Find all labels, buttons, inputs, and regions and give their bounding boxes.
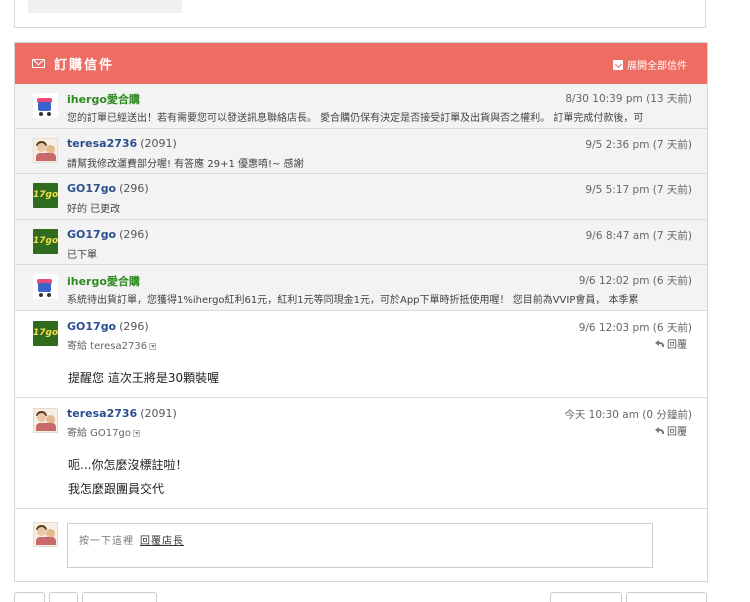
avatar: 17go: [33, 321, 58, 346]
avatar: 17go: [33, 229, 58, 254]
recipient[interactable]: 寄給 teresa2736: [67, 337, 157, 352]
message-item[interactable]: ihergo愛合購 9/6 12:02 pm (6 天前) 系統待出貨訂單，您獲…: [15, 265, 707, 311]
message-time: 9/5 5:17 pm (7 天前): [585, 184, 692, 196]
reply-compose: 按一下這裡 回覆店長: [15, 509, 707, 581]
message-time: 9/6 8:47 am (7 天前): [585, 230, 692, 242]
message-body-line: 我怎麼跟團員交代: [68, 482, 165, 496]
sender-score: (296): [119, 182, 149, 195]
message-time: 9/6 12:02 pm (6 天前): [578, 275, 692, 287]
caret-down-icon: [149, 342, 157, 350]
sender-name[interactable]: ihergo愛合購: [67, 91, 140, 107]
message-item[interactable]: teresa2736 (2091) 9/5 2:36 pm (7 天前) 請幫我修…: [15, 129, 707, 174]
expand-all-button[interactable]: 展開全部信件: [613, 57, 687, 72]
message-time: 9/6 12:03 pm (6 天前): [578, 322, 692, 334]
panel-title: 訂購信件: [54, 58, 115, 73]
reply-button[interactable]: 回覆: [655, 423, 687, 438]
reply-icon: [655, 340, 664, 347]
message-item[interactable]: 17go GO17go (296) 9/6 8:47 am (7 天前) 已下單: [15, 220, 707, 265]
avatar: [33, 408, 58, 433]
order-messages-panel: 訂購信件 展開全部信件 ihergo愛合購 8/30 10:39 pm (13 …: [14, 42, 708, 582]
message-snippet: 已下單: [67, 250, 97, 261]
avatar: [33, 93, 58, 118]
previous-card-block: [28, 0, 182, 13]
message-snippet: 好的 已更改: [67, 204, 121, 215]
expand-all-label: 展開全部信件: [627, 61, 687, 72]
message-snippet: 您的訂單已經送出！若有需要您可以發送訊息聯絡店長。 愛合購仍保有決定是否接受訂單…: [67, 113, 644, 124]
pager-button[interactable]: [14, 592, 45, 602]
mail-icon: [32, 59, 45, 68]
reply-icon: [655, 427, 664, 434]
reply-owner-link[interactable]: 回覆店長: [140, 536, 184, 547]
pager-button[interactable]: [550, 592, 622, 602]
avatar: [33, 138, 58, 163]
message-time: 今天 10:30 am (0 分鐘前): [564, 409, 692, 421]
sender-name[interactable]: GO17go (296): [67, 228, 149, 241]
sender-name[interactable]: teresa2736 (2091): [67, 137, 177, 150]
previous-card: [14, 0, 706, 28]
message-body-line: 呃...你怎麼沒標註啦！: [68, 458, 188, 472]
avatar: [33, 274, 58, 299]
sender-name[interactable]: ihergo愛合購: [67, 273, 140, 289]
avatar: 17go: [33, 183, 58, 208]
recipient[interactable]: 寄給 GO17go: [67, 424, 140, 439]
caret-down-icon: [133, 429, 140, 437]
message-item-expanded: teresa2736 (2091) 今天 10:30 am (0 分鐘前) 寄給 …: [15, 398, 707, 509]
sender-score: (2091): [140, 407, 177, 420]
message-snippet: 請幫我修改運費部分喔! 有答應 29+1 優惠唷!~ 感謝: [67, 159, 304, 170]
message-snippet: 系統待出貨訂單，您獲得1%ihergo紅利61元，紅利1元等同現金1元，可於Ap…: [67, 295, 639, 306]
message-time: 9/5 2:36 pm (7 天前): [585, 139, 692, 151]
reply-input[interactable]: 按一下這裡 回覆店長: [67, 523, 653, 568]
avatar: [33, 522, 58, 547]
message-time: 8/30 10:39 pm (13 天前): [565, 93, 692, 105]
message-item-expanded: 17go GO17go (296) 9/6 12:03 pm (6 天前) 寄給 …: [15, 311, 707, 398]
message-body-line: 提醒您 這次王將是30顆裝喔: [68, 371, 220, 385]
reply-button[interactable]: 回覆: [655, 336, 687, 351]
message-item[interactable]: ihergo愛合購 8/30 10:39 pm (13 天前) 您的訂單已經送出…: [15, 84, 707, 129]
reply-hint: 按一下這裡 回覆店長: [79, 536, 184, 547]
sender-name[interactable]: teresa2736 (2091): [67, 407, 177, 420]
sender-score: (2091): [140, 137, 177, 150]
sender-name[interactable]: GO17go (296): [67, 320, 149, 333]
sender-score: (296): [119, 228, 149, 241]
pager-button[interactable]: [626, 592, 707, 602]
sender-score: (296): [119, 320, 149, 333]
pager-button[interactable]: [49, 592, 78, 602]
sender-name[interactable]: GO17go (296): [67, 182, 149, 195]
panel-header: 訂購信件 展開全部信件: [15, 43, 707, 84]
message-item[interactable]: 17go GO17go (296) 9/5 5:17 pm (7 天前) 好的 已…: [15, 174, 707, 220]
download-icon: [613, 59, 623, 70]
pager-button[interactable]: [82, 592, 157, 602]
